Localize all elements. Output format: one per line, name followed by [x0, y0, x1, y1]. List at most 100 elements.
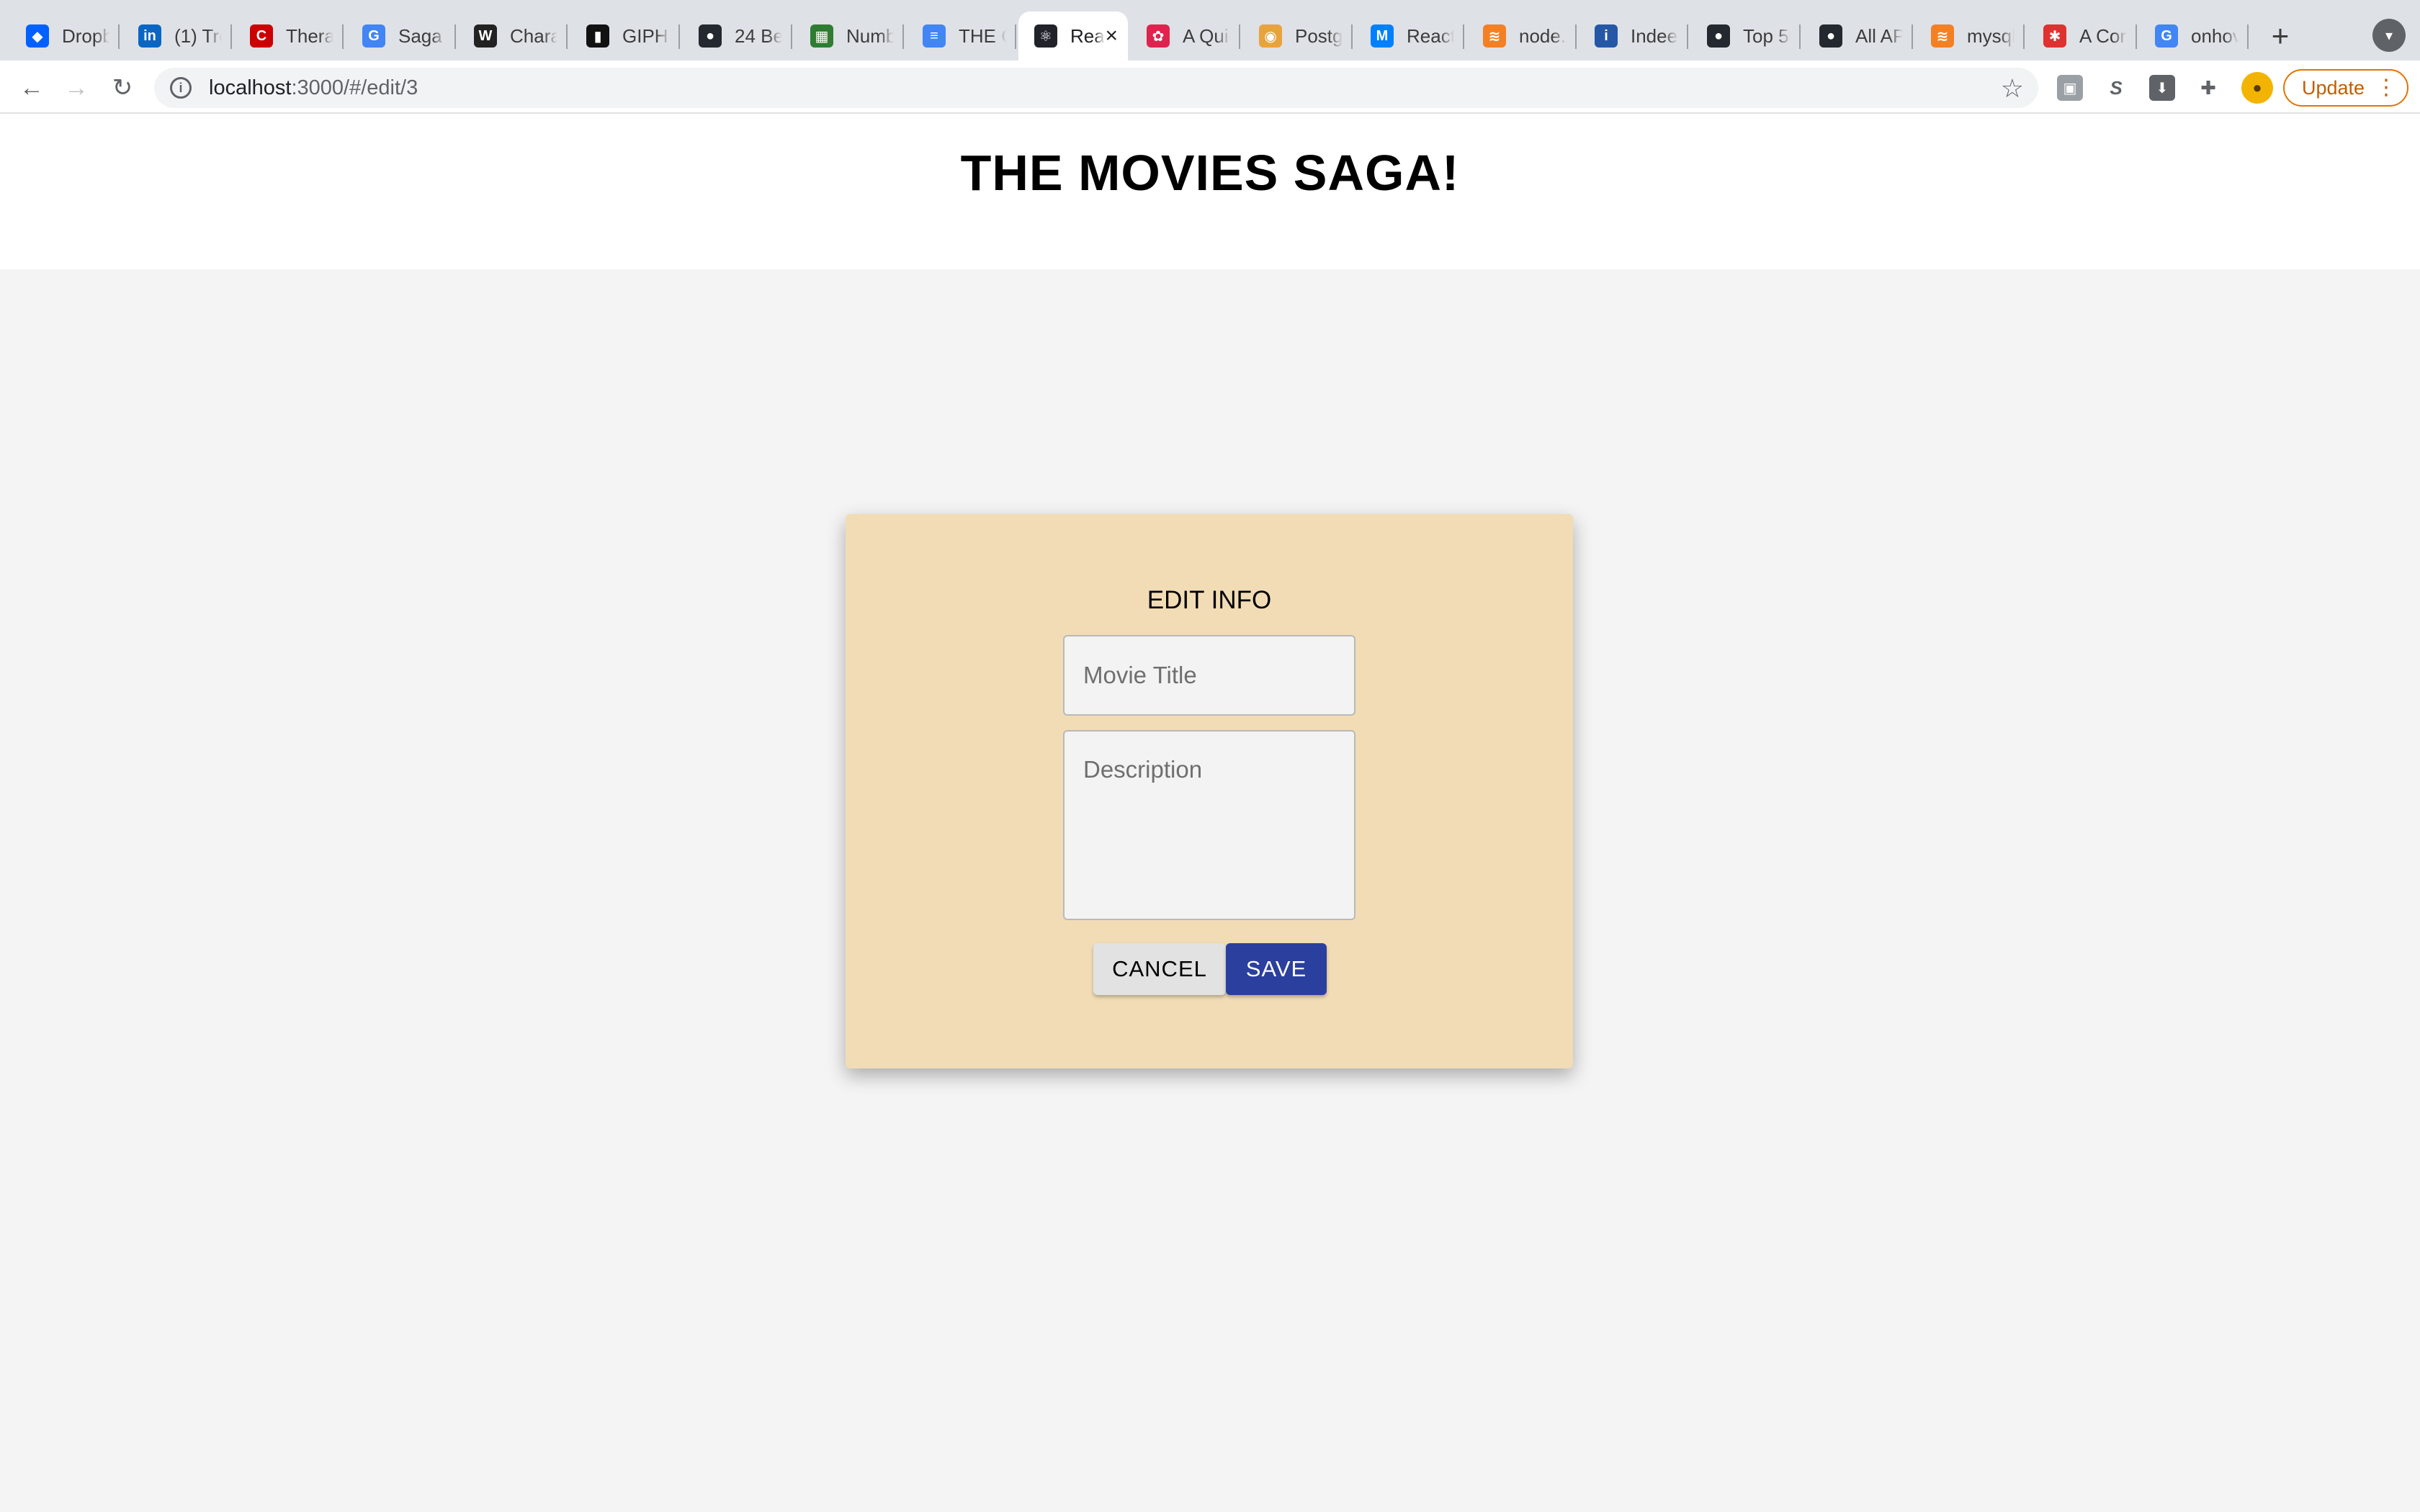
tab-label: Postgres	[1295, 24, 1343, 47]
browser-tab[interactable]: ✱ A Com	[2027, 12, 2137, 60]
tab-label: A Quick	[1183, 24, 1230, 47]
tab-label: GIPHY	[622, 24, 670, 47]
tab-divider	[2247, 24, 2249, 49]
movie-title-input[interactable]	[1063, 635, 1355, 716]
cancel-button[interactable]: CANCEL	[1093, 943, 1226, 995]
tab-label: (1) Trending	[174, 24, 222, 47]
react-icon: ⚛	[1034, 24, 1057, 48]
github-icon: ●	[699, 24, 722, 48]
tab-label: mysql	[1967, 24, 2015, 47]
tab-divider	[454, 24, 456, 49]
extension-download-icon[interactable]: ⬇	[2149, 75, 2175, 101]
tab-label: Dropbox	[62, 24, 109, 47]
browser-tab[interactable]: ⚛ React×	[1018, 12, 1128, 60]
wikipedia-icon: W	[474, 24, 497, 48]
tab-label: React	[1407, 24, 1454, 47]
extension-puzzle-box-icon[interactable]: ▣	[2057, 75, 2083, 101]
tab-divider	[1239, 24, 1240, 49]
address-url[interactable]: localhost:3000/#/edit/3	[209, 76, 418, 100]
tab-label: Indeed	[1631, 24, 1678, 47]
tab-divider	[118, 24, 120, 49]
browser-tab[interactable]: ● Top 50	[1691, 12, 1801, 60]
browser-tab[interactable]: ▮ GIPHY	[570, 12, 680, 60]
tab-label: A Com	[2079, 24, 2127, 47]
tab-label: 24 Best	[735, 24, 782, 47]
browser-tab[interactable]: M React	[1355, 12, 1464, 60]
edit-movie-card: EDIT INFO CANCEL SAVE	[846, 514, 1573, 1068]
tab-label: React	[1070, 24, 1105, 47]
github-icon: ●	[1707, 24, 1730, 48]
forward-arrow-icon[interactable]: →	[59, 71, 94, 105]
google-icon: G	[2155, 24, 2178, 48]
close-tab-icon[interactable]: ×	[1105, 24, 1118, 48]
tab-label: Top 50	[1743, 24, 1791, 47]
tab-divider	[2136, 24, 2137, 49]
tab-label: Therapy	[286, 24, 333, 47]
browser-tab[interactable]: C Therapy	[234, 12, 344, 60]
browser-tab[interactable]: ≋ mysql	[1915, 12, 2025, 60]
bookmark-star-icon[interactable]: ☆	[2001, 73, 2024, 104]
tab-label: onhover	[2191, 24, 2238, 47]
page-title: THE MOVIES SAGA!	[960, 145, 1460, 201]
tab-label: Saga fo	[398, 24, 446, 47]
tab-label: All APIs	[1855, 24, 1903, 47]
tab-divider	[1351, 24, 1353, 49]
address-bar[interactable]: i localhost:3000/#/edit/3 ☆	[154, 68, 2038, 108]
tab-strip: ◆Dropboxin(1) TrendingCTherapyGSaga foWC…	[0, 0, 2420, 60]
browser-tab[interactable]: ▦ Number	[794, 12, 904, 60]
tab-divider	[1799, 24, 1801, 49]
tab-label: node.js	[1519, 24, 1567, 47]
browser-tab[interactable]: G Saga fo	[346, 12, 456, 60]
reload-icon[interactable]: ↻	[105, 71, 140, 105]
new-tab-plus-icon[interactable]: +	[2260, 16, 2300, 56]
apollo-icon: ✿	[1147, 24, 1170, 48]
extension-s-icon[interactable]: S	[2103, 75, 2129, 101]
indeed-icon: i	[1595, 24, 1618, 48]
tab-divider	[1575, 24, 1577, 49]
tab-label: Number	[846, 24, 894, 47]
browser-chrome: ◆Dropboxin(1) TrendingCTherapyGSaga foWC…	[0, 0, 2420, 114]
browser-tab[interactable]: in (1) Trending	[122, 12, 232, 60]
mui-icon: M	[1371, 24, 1394, 48]
stackoverflow-icon: ≋	[1483, 24, 1506, 48]
docs-icon: ≡	[923, 24, 946, 48]
save-button[interactable]: SAVE	[1226, 943, 1327, 995]
tab-search-chevron-icon[interactable]: ▾	[2372, 19, 2406, 52]
back-arrow-icon[interactable]: ←	[14, 71, 49, 105]
tab-divider	[1687, 24, 1688, 49]
site-info-icon[interactable]: i	[170, 77, 192, 99]
extensions-puzzle-icon[interactable]: ✚	[2195, 75, 2221, 101]
menu-kebab-icon[interactable]: ⋮	[2375, 75, 2397, 100]
profile-avatar[interactable]: ●	[2241, 72, 2273, 104]
browser-tab[interactable]: i Indeed	[1579, 12, 1688, 60]
tab-divider	[566, 24, 568, 49]
browser-tab[interactable]: ◉ Postgres	[1243, 12, 1353, 60]
tab-divider	[791, 24, 792, 49]
browser-tab[interactable]: ● All APIs	[1803, 12, 1913, 60]
tab-label: THE GI	[959, 24, 1006, 47]
cnn-icon: C	[250, 24, 273, 48]
browser-tab[interactable]: ≡ THE GI	[907, 12, 1016, 60]
giphy-icon: ▮	[586, 24, 609, 48]
browser-tab[interactable]: Gonhover	[2139, 12, 2249, 60]
postgres-icon: ◉	[1259, 24, 1282, 48]
url-path: :3000/#/edit/3	[291, 76, 418, 99]
stackoverflow-icon: ≋	[1931, 24, 1954, 48]
description-textarea[interactable]	[1063, 730, 1355, 920]
tab-divider	[678, 24, 680, 49]
asterisk-icon: ✱	[2043, 24, 2066, 48]
browser-tab[interactable]: ● 24 Best	[683, 12, 792, 60]
browser-tab[interactable]: ≋ node.js	[1467, 12, 1577, 60]
edit-info-heading: EDIT INFO	[1147, 586, 1272, 614]
url-host: localhost	[209, 76, 292, 99]
browser-tab[interactable]: W Characters	[458, 12, 568, 60]
tab-divider	[342, 24, 344, 49]
app-header: THE MOVIES SAGA!	[0, 114, 2420, 269]
update-label: Update	[2302, 76, 2365, 99]
google-icon: G	[362, 24, 385, 48]
browser-tab[interactable]: ◆ Dropbox	[10, 12, 120, 60]
browser-tab[interactable]: ✿ A Quick	[1131, 12, 1240, 60]
tab-divider	[2023, 24, 2025, 49]
update-button[interactable]: Update ⋮	[2283, 69, 2408, 107]
tab-divider	[230, 24, 232, 49]
